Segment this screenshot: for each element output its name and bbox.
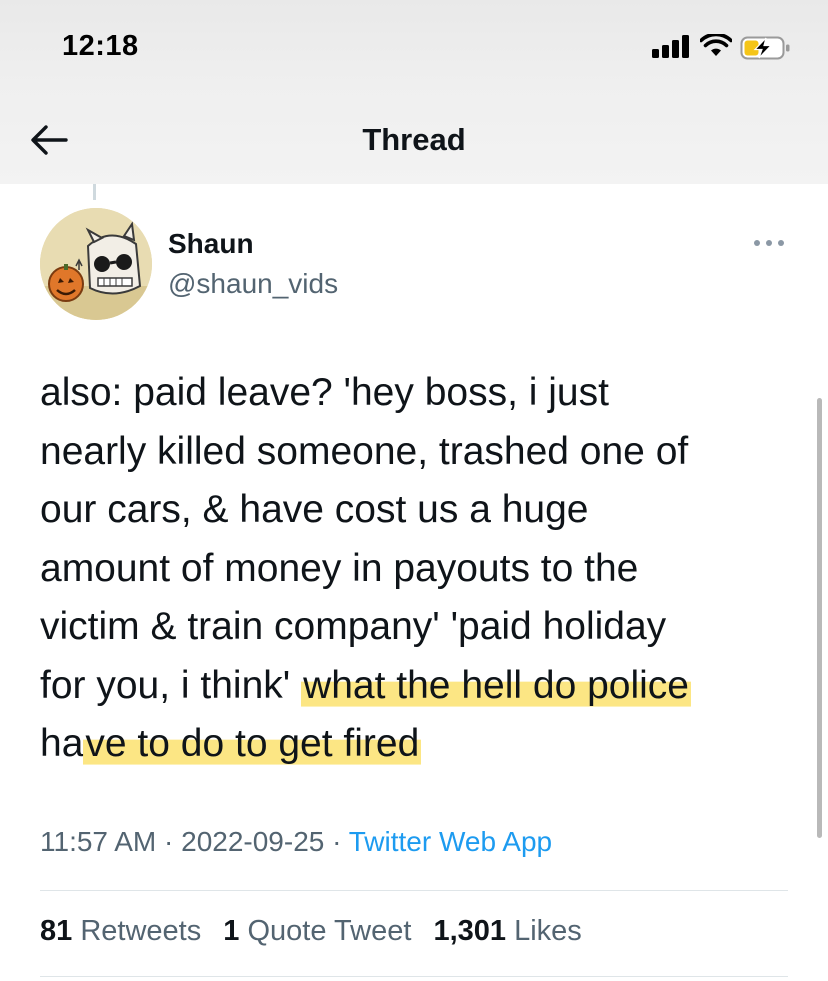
retweets-stat[interactable]: 81 Retweets [40,915,201,947]
scrollbar[interactable] [817,398,822,838]
top-bar: 12:18 Thread [0,0,828,184]
quotes-count: 1 [223,915,240,947]
highlighted-text: ve to do to get fired [83,722,422,765]
tweet-line: also: paid leave? 'hey boss, i just [40,371,609,414]
tweet-line: amount of money in payouts to the [40,546,639,590]
tweet-meta: 11:57 AM · 2022-09-25 · Twitter Web App [40,826,552,858]
more-options-icon[interactable] [752,236,786,250]
likes-stat[interactable]: 1,301 Likes [433,915,581,947]
status-time: 12:18 [62,30,139,62]
tweet-line: victim & train company' 'paid holiday [40,605,667,648]
meta-separator: · [332,826,342,857]
tweet-line: ha [40,722,84,765]
tweet-source-link[interactable]: Twitter Web App [349,826,552,857]
likes-count: 1,301 [433,915,507,947]
quote-tweets-stat[interactable]: 1 Quote Tweet [223,915,411,947]
divider [40,890,788,891]
battery-charging-icon [740,36,790,60]
tweet-date[interactable]: 2022-09-25 [181,826,324,857]
retweets-count: 81 [40,915,73,947]
tweet-line: nearly killed someone, trashed one of [40,429,689,473]
tweet-line: our cars, & have cost us a huge [40,488,589,531]
retweets-label: Retweets [80,915,202,947]
highlighted-text: what the hell do police [301,663,691,707]
quotes-label: Quote Tweet [247,915,412,947]
tweet-text: also: paid leave? 'hey boss, i just nearl… [40,364,800,774]
divider [40,976,788,977]
tweet-time[interactable]: 11:57 AM [40,826,156,857]
author-handle[interactable]: @shaun_vids [168,268,338,300]
wifi-icon [700,34,732,56]
page-title: Thread [362,122,466,157]
screen: 12:18 Thread Shaun @shaun_vids also: pai… [0,0,828,981]
meta-separator: · [164,826,174,857]
avatar[interactable] [40,208,152,320]
thread-connector [93,184,96,200]
tweet-stats: 81 Retweets 1 Quote Tweet 1,301 Likes [40,915,596,948]
tweet-line: for you, i think' [40,663,302,707]
likes-label: Likes [514,915,582,947]
author-display-name[interactable]: Shaun [168,228,254,260]
signal-icon [652,34,692,58]
